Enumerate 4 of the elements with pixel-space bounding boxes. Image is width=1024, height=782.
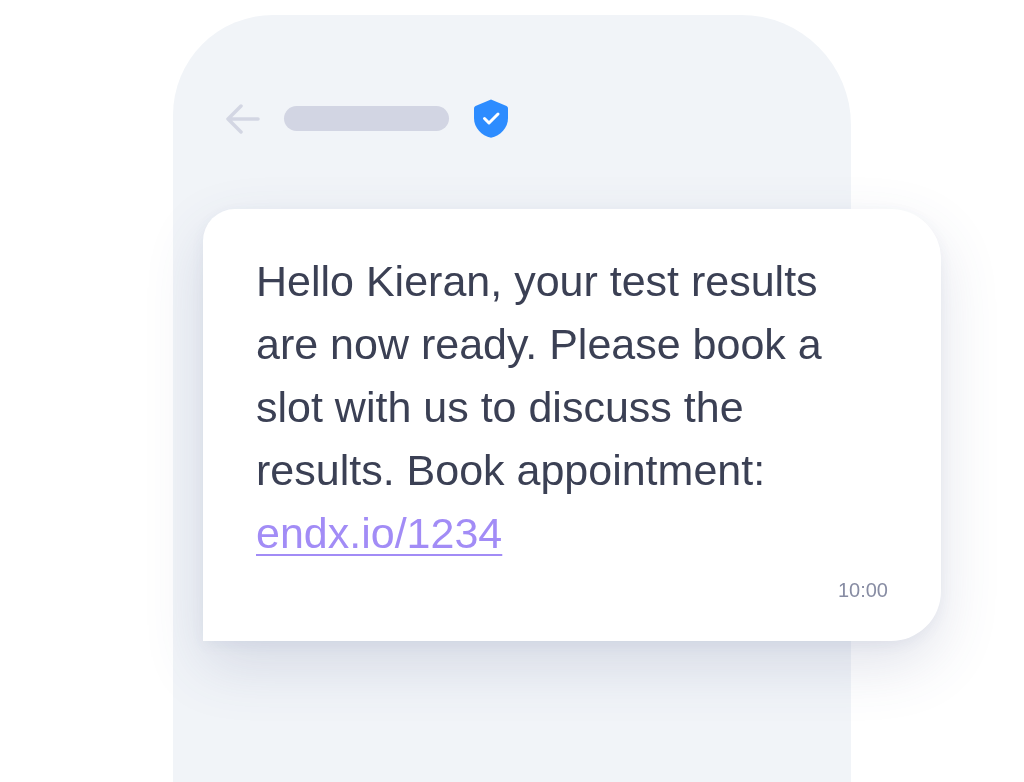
message-link[interactable]: endx.io/1234 [256, 509, 503, 557]
message-time: 10:00 [837, 578, 888, 602]
back-arrow-icon[interactable] [226, 103, 260, 134]
message-text: Hello Kieran, your test results are now ready. Please book a slot with us to discuss the results. Book appointment: endx.io/1234 [256, 256, 823, 559]
